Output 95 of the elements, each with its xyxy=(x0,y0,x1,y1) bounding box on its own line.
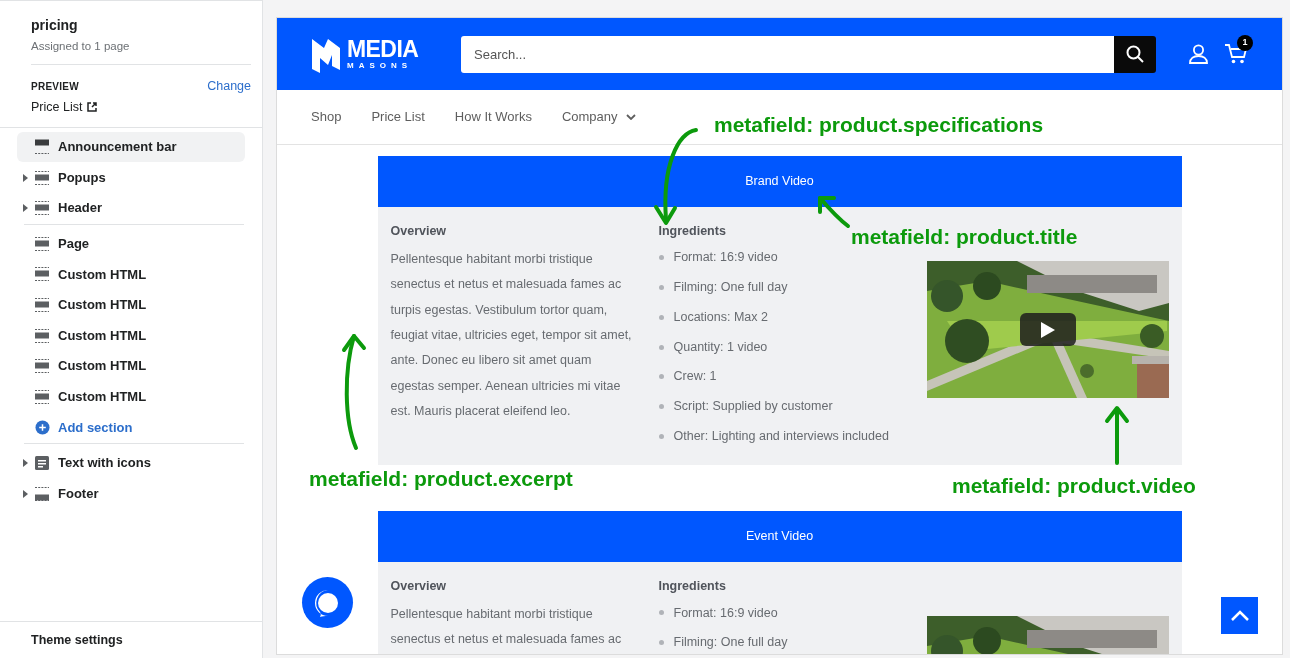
section-item[interactable]: Custom HTML xyxy=(17,350,245,382)
logo-tagline: MASONS xyxy=(347,62,414,70)
chevron-up-icon xyxy=(1229,609,1250,622)
expand-caret-icon[interactable] xyxy=(23,204,28,213)
section-item[interactable]: Popups xyxy=(17,162,245,193)
nav-link[interactable]: Price List xyxy=(371,107,425,127)
section-label: Text with icons xyxy=(58,454,151,473)
search-button[interactable] xyxy=(1114,35,1156,73)
bullet-icon xyxy=(658,610,664,616)
curved-arrow xyxy=(1103,403,1131,465)
section-item[interactable]: Text with icons xyxy=(17,447,245,479)
search-icon xyxy=(1126,45,1144,63)
section-layout-icon xyxy=(34,327,50,344)
section-item[interactable]: Custom HTML xyxy=(17,320,245,351)
theme-settings-item[interactable]: Theme settings xyxy=(31,630,123,650)
section-item[interactable]: Custom HTML xyxy=(17,289,245,321)
external-link-icon[interactable] xyxy=(87,102,98,113)
section-label: Custom HTML xyxy=(58,265,147,284)
ingredient-item: Other: Lighting and interviews included xyxy=(673,428,889,446)
store-logo[interactable]: MEDIA MASONS xyxy=(310,35,459,73)
section-layout-icon xyxy=(34,200,50,217)
nav-link[interactable]: Shop xyxy=(311,107,342,127)
product-title: Event Video xyxy=(745,528,814,546)
play-icon xyxy=(1040,321,1055,338)
ingredient-item: Quantity: 1 video xyxy=(673,338,768,356)
section-layout-icon xyxy=(34,297,50,313)
change-link[interactable]: Change xyxy=(207,77,251,96)
template-subtitle: Assigned to 1 page xyxy=(31,39,131,54)
expand-caret-icon[interactable] xyxy=(23,489,28,498)
section-item[interactable]: Header xyxy=(17,192,245,224)
bullet-icon xyxy=(658,314,664,320)
overview-heading: Overview xyxy=(390,223,448,240)
cart-icon[interactable] xyxy=(1224,43,1248,65)
section-layout-icon xyxy=(34,485,50,502)
ingredient-item: Crew: 1 xyxy=(673,368,717,386)
bullet-icon xyxy=(658,374,664,380)
section-label: Custom HTML xyxy=(58,326,147,345)
chevron-down-icon xyxy=(625,114,636,120)
section-layout-icon xyxy=(34,169,50,186)
nav-link[interactable]: How It Works xyxy=(454,107,532,127)
section-item[interactable]: Custom HTML xyxy=(17,381,245,413)
expand-caret-icon[interactable] xyxy=(23,173,28,182)
annotation-label: metafield: product.video xyxy=(952,473,1196,499)
annotation-label: metafield: product.title xyxy=(851,224,1078,250)
overview-paragraph: Pellentesque habitant morbi tristique senectus et netus et malesuada fames ac turpis egestas. Vestibulum tortor quam, feugiat vitae, ultricies eget, tempor sit amet, ante. Donec eu libero sit amet quam egestas semper. Aenean ultricies mi vitae est. Mauris placerat eleifend leo. xyxy=(390,250,633,421)
ingredient-item: Filming: One full day xyxy=(673,634,788,652)
overview-paragraph: Pellentesque habitant morbi tristique senectus et netus et malesuada fames ac xyxy=(390,606,623,649)
section-item[interactable]: Custom HTML xyxy=(17,259,245,290)
section-label: Popups xyxy=(58,168,106,187)
section-label: Page xyxy=(58,235,90,254)
preview-label: PREVIEW xyxy=(31,80,79,95)
nav-link[interactable]: Company xyxy=(561,107,636,127)
preview-page-name: Price List xyxy=(31,99,83,116)
bullet-icon xyxy=(658,255,664,261)
bullet-icon xyxy=(658,344,664,350)
section-label: Header xyxy=(58,199,103,218)
template-title: pricing xyxy=(31,16,79,35)
ingredients-heading: Ingredients xyxy=(658,578,726,596)
add-section-button[interactable]: Add section xyxy=(0,412,262,443)
user-icon[interactable] xyxy=(1189,44,1208,64)
bullet-icon xyxy=(658,284,664,290)
expand-caret-icon[interactable] xyxy=(23,459,28,467)
logo-wordmark: MEDIA xyxy=(347,38,419,61)
product-title: Brand Video xyxy=(745,173,814,191)
bullet-icon xyxy=(658,404,664,410)
plus-circle-icon xyxy=(35,419,50,435)
section-layout-icon xyxy=(34,235,50,252)
section-item[interactable]: Footer xyxy=(17,478,245,509)
section-layout-icon xyxy=(34,266,50,283)
ingredient-item: Format: 16:9 video xyxy=(673,249,778,267)
search-field[interactable]: Search... xyxy=(461,35,1114,73)
ingredients-heading: Ingredients xyxy=(658,223,726,240)
section-label: Footer xyxy=(58,484,99,503)
bullet-icon xyxy=(658,640,664,646)
annotation-label: metafield: product.excerpt xyxy=(309,466,573,492)
section-label: Announcement bar xyxy=(58,138,177,157)
ingredient-item: Filming: One full day xyxy=(673,279,788,297)
overview-heading: Overview xyxy=(390,578,448,596)
section-layout-icon xyxy=(34,358,50,375)
ingredient-item: Format: 16:9 video xyxy=(673,604,778,622)
scroll-to-top-button[interactable] xyxy=(1221,597,1258,634)
ingredient-item: Script: Supplied by customer xyxy=(673,398,833,416)
section-item[interactable]: Page xyxy=(17,228,245,260)
ingredient-item: Locations: Max 2 xyxy=(673,308,768,326)
cart-count-badge: 1 xyxy=(1237,35,1253,51)
section-layout-icon xyxy=(34,139,50,156)
annotation-label: metafield: product.specifications xyxy=(714,112,1044,138)
section-layout-icon xyxy=(34,388,50,405)
play-button[interactable] xyxy=(1019,313,1076,346)
section-item[interactable]: Announcement bar xyxy=(17,131,245,163)
section-label: Custom HTML xyxy=(58,357,147,376)
section-label: Custom HTML xyxy=(58,388,147,407)
text-block-icon xyxy=(34,455,50,471)
section-label: Custom HTML xyxy=(58,296,147,315)
bullet-icon xyxy=(658,433,664,439)
